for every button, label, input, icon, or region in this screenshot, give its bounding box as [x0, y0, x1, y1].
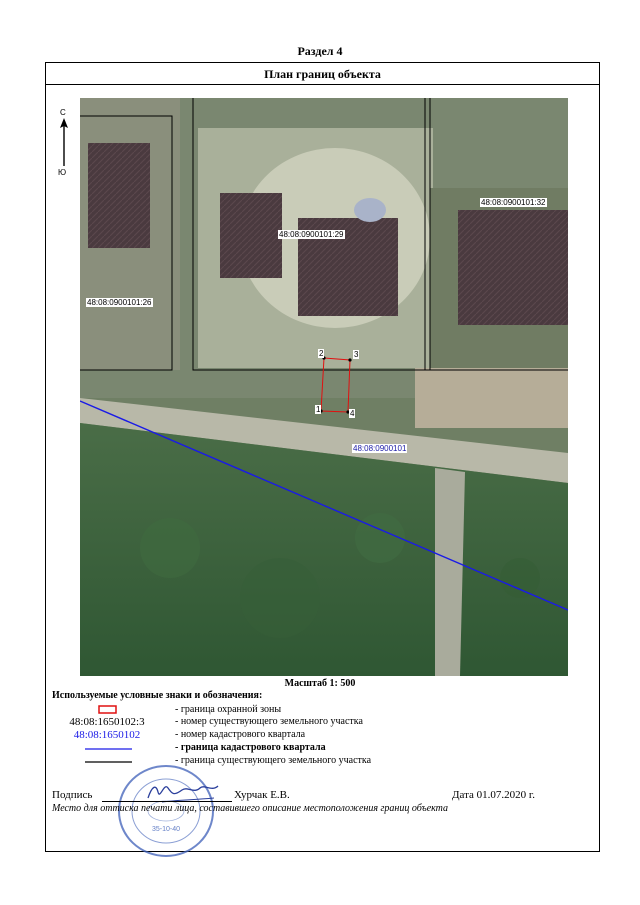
signature-date: Дата 01.07.2020 г.: [452, 789, 535, 801]
point-3: 3: [353, 350, 360, 359]
south-label: Ю: [58, 168, 67, 177]
point-1: 1: [315, 405, 322, 414]
plan-title: План границ объекта: [46, 63, 599, 85]
red-rect-icon: [98, 705, 117, 714]
point-2: 2: [318, 349, 325, 358]
svg-text:35-10-40: 35-10-40: [152, 826, 180, 833]
plot-label-26: 48:08:0900101:26: [86, 298, 153, 307]
signature-label: Подпись: [52, 789, 93, 801]
section-title: Раздел 4: [297, 44, 343, 58]
satellite-map[interactable]: 48:08:0900101:26 48:08:0900101:29 48:08:…: [80, 98, 568, 676]
north-arrow: С Ю: [56, 100, 72, 180]
legend-title: Используемые условные знаки и обозначени…: [52, 690, 263, 701]
north-label: С: [60, 108, 66, 117]
plot-label-32: 48:08:0900101:32: [480, 198, 547, 207]
plot-label-29: 48:08:0900101:29: [278, 230, 345, 239]
signatory-name: Хурчак Е.В.: [234, 789, 290, 801]
map-scale: Масштаб 1: 500: [284, 678, 356, 689]
quarter-label: 48:08:0900101: [352, 444, 408, 453]
point-4: 4: [349, 409, 356, 418]
stamp-place-note: Место для оттиска печати лица, составивш…: [52, 803, 449, 814]
